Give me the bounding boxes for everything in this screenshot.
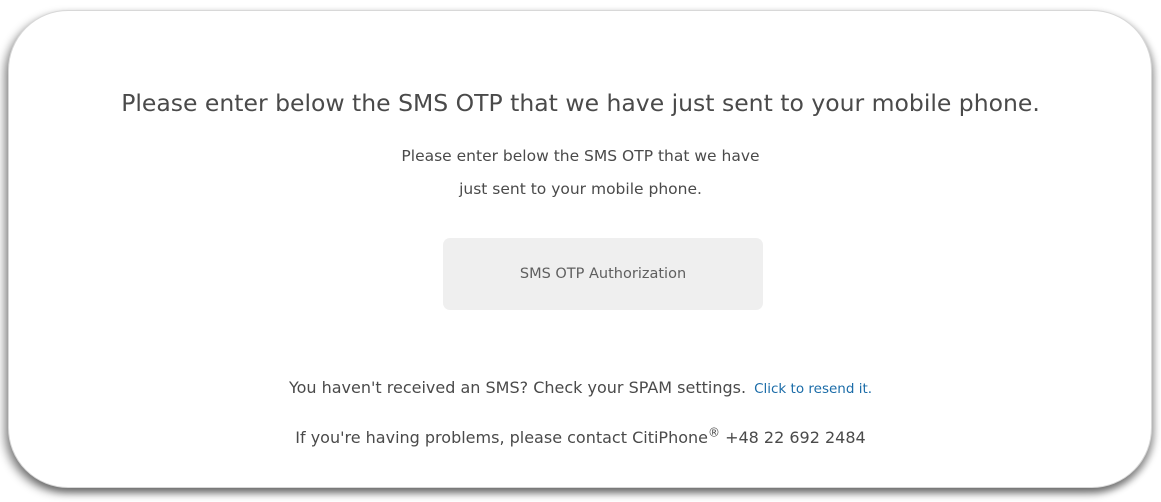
resend-row: You haven't received an SMS? Check your … xyxy=(0,378,1161,397)
contact-text: If you're having problems, please contac… xyxy=(295,428,708,447)
contact-phone-number: +48 22 692 2484 xyxy=(725,428,866,447)
resend-sms-link[interactable]: Click to resend it. xyxy=(754,381,872,397)
instruction-line-1: Please enter below the SMS OTP that we h… xyxy=(401,147,760,165)
instruction-line-2: just sent to your mobile phone. xyxy=(459,180,702,198)
sms-otp-authorization-button[interactable]: SMS OTP Authorization xyxy=(443,238,763,310)
contact-row: If you're having problems, please contac… xyxy=(0,425,1161,447)
registered-mark: ® xyxy=(707,425,720,440)
page-title: Please enter below the SMS OTP that we h… xyxy=(121,89,1040,117)
sms-not-received-text: You haven't received an SMS? Check your … xyxy=(288,378,747,397)
